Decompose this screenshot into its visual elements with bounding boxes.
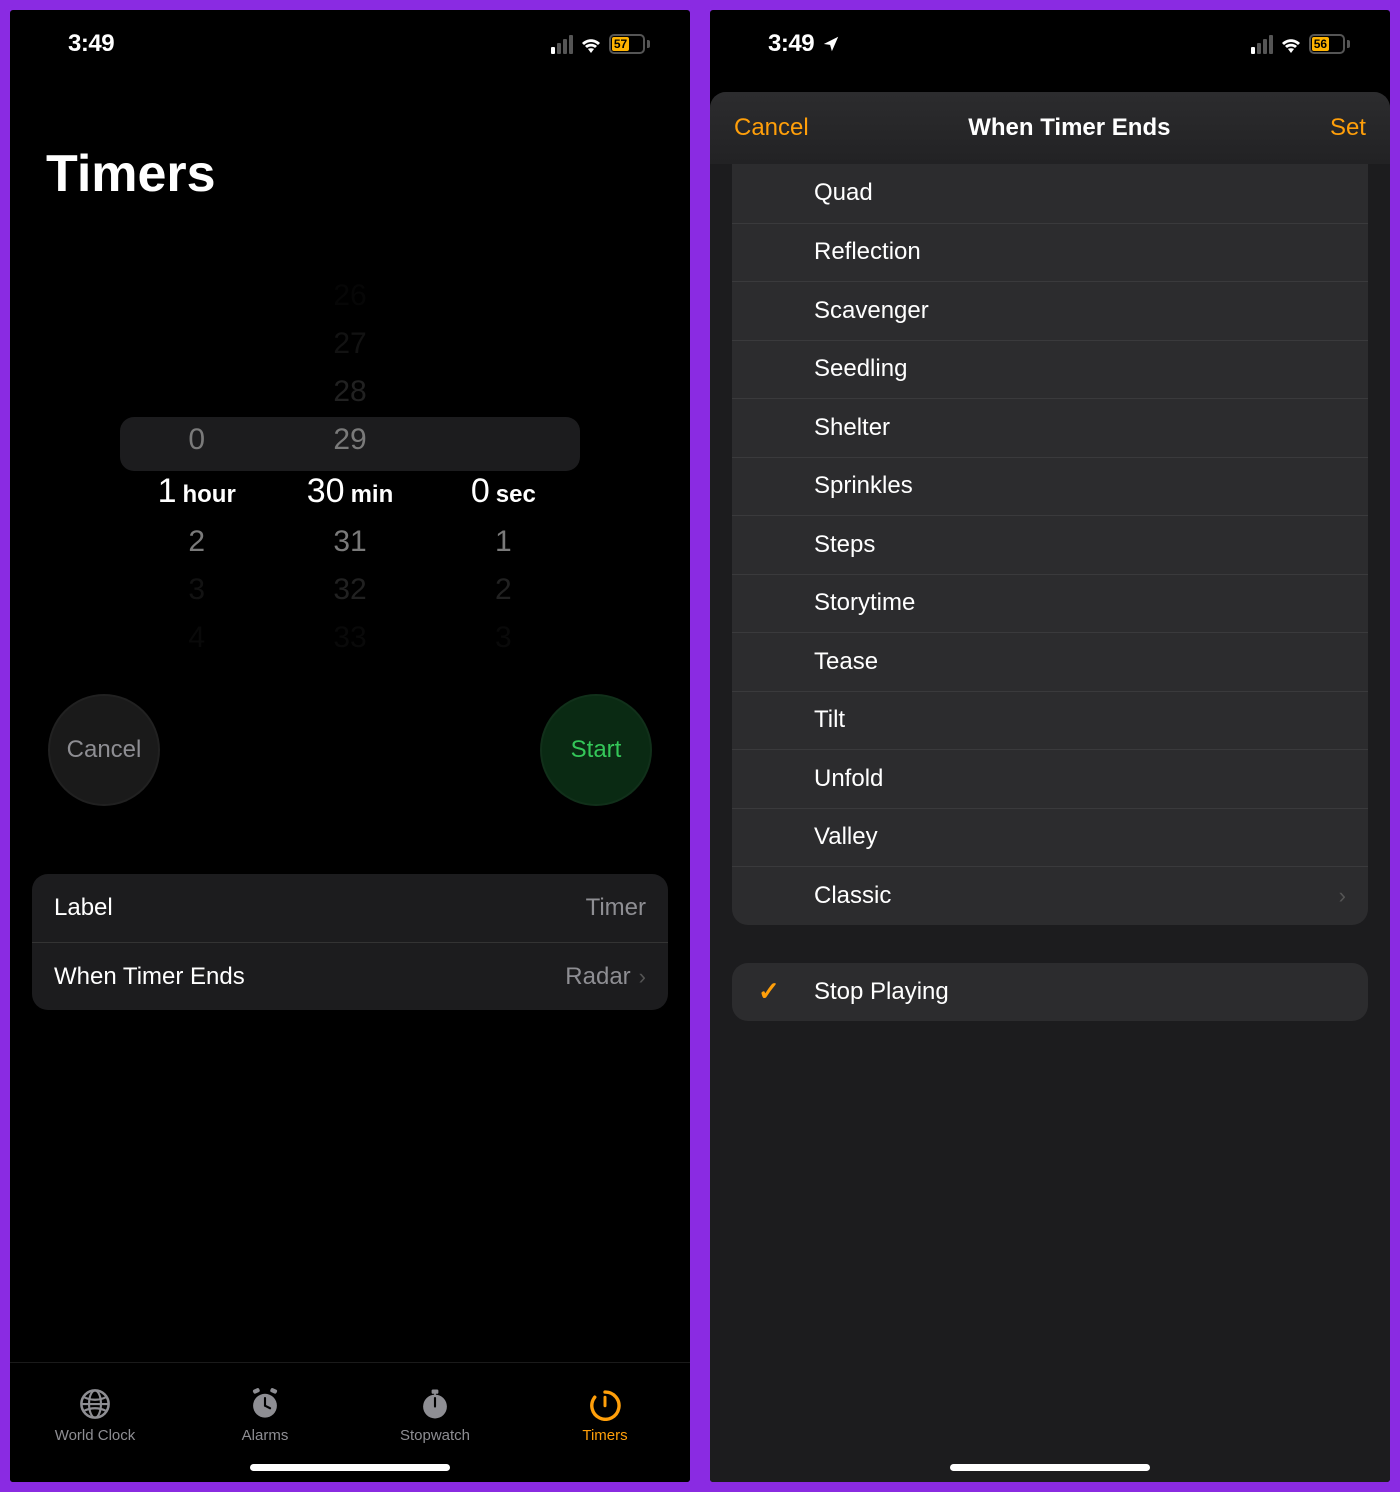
chevron-right-icon: › [1339, 883, 1346, 909]
sound-row[interactable]: Valley [732, 808, 1368, 867]
clock-text: 3:49 [68, 30, 114, 58]
tab-world-clock[interactable]: World Clock [10, 1387, 180, 1444]
timer-settings: Label Timer When Timer Ends Radar › [32, 874, 668, 1010]
sound-row[interactable]: Storytime [732, 574, 1368, 633]
stop-playing-section: ✓ Stop Playing [732, 963, 1368, 1022]
alarm-icon [246, 1387, 284, 1421]
home-indicator[interactable] [250, 1464, 450, 1471]
sound-row[interactable]: Quad [732, 164, 1368, 223]
stop-playing-row[interactable]: ✓ Stop Playing [732, 963, 1368, 1022]
location-icon [822, 35, 840, 53]
stopwatch-icon [416, 1387, 454, 1421]
sound-row[interactable]: Tease [732, 632, 1368, 691]
sound-row[interactable]: Seedling [732, 340, 1368, 399]
sound-sheet: Cancel When Timer Ends Set Quad Reflecti… [710, 92, 1390, 1482]
label-row[interactable]: Label Timer [32, 874, 668, 942]
battery-icon: 57 [609, 34, 650, 54]
time-picker[interactable]: 0 1hour 2 3 4 26 27 28 29 30min 31 32 33… [120, 272, 580, 662]
ends-value: Radar [565, 963, 630, 991]
sheet-header: Cancel When Timer Ends Set [710, 92, 1390, 164]
timer-icon [586, 1387, 624, 1421]
home-indicator[interactable] [950, 1464, 1150, 1471]
cancel-button[interactable]: Cancel [734, 114, 809, 142]
status-bar: 3:49 57 [10, 10, 690, 78]
sound-row[interactable]: Unfold [732, 749, 1368, 808]
sound-list[interactable]: Quad Reflection Scavenger Seedling Shelt… [732, 164, 1368, 925]
wifi-icon [579, 35, 603, 53]
sound-row[interactable]: Tilt [732, 691, 1368, 750]
when-timer-ends-row[interactable]: When Timer Ends Radar › [32, 942, 668, 1010]
label-value: Timer [586, 894, 646, 922]
ends-key: When Timer Ends [54, 963, 245, 991]
sound-row[interactable]: Sprinkles [732, 457, 1368, 516]
tab-stopwatch[interactable]: Stopwatch [350, 1387, 520, 1444]
page-title: Timers [10, 78, 690, 204]
clock-text: 3:49 [768, 30, 814, 58]
set-button[interactable]: Set [1330, 114, 1366, 142]
sound-row[interactable]: Reflection [732, 223, 1368, 282]
tab-alarms[interactable]: Alarms [180, 1387, 350, 1444]
wifi-icon [1279, 35, 1303, 53]
phone-timers: 3:49 57 Timers 0 1hour 2 3 4 26 27 28 29… [5, 5, 695, 1487]
sound-row[interactable]: Shelter [732, 398, 1368, 457]
cancel-button[interactable]: Cancel [48, 694, 160, 806]
checkmark-icon: ✓ [758, 976, 780, 1007]
globe-icon [76, 1387, 114, 1421]
sound-row[interactable]: Scavenger [732, 281, 1368, 340]
label-key: Label [54, 894, 113, 922]
start-button[interactable]: Start [540, 694, 652, 806]
battery-icon: 56 [1309, 34, 1350, 54]
tab-timers[interactable]: Timers [520, 1387, 690, 1444]
chevron-right-icon: › [639, 964, 646, 990]
cell-signal-icon [1251, 35, 1273, 54]
status-bar: 3:49 56 [710, 10, 1390, 78]
cell-signal-icon [551, 35, 573, 54]
sheet-title: When Timer Ends [968, 114, 1170, 142]
sound-row-classic[interactable]: Classic› [732, 866, 1368, 925]
phone-when-timer-ends: 3:49 56 Cancel When Timer Ends Set Quad … [705, 5, 1395, 1487]
sound-row[interactable]: Steps [732, 515, 1368, 574]
